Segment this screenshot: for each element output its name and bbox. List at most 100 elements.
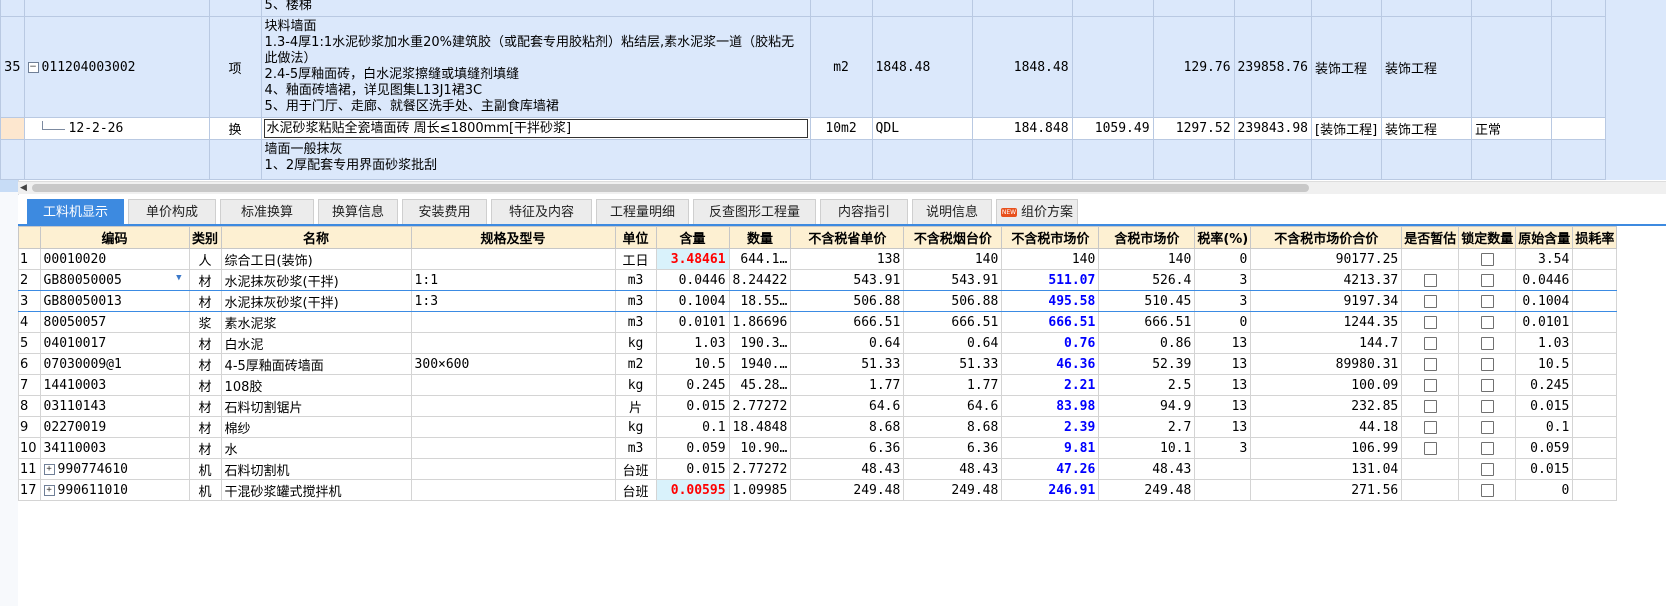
material-market-price[interactable]: 0.76	[1001, 332, 1100, 354]
material-taxed-price[interactable]: 2.5	[1098, 374, 1196, 396]
lock-qty-checkbox[interactable]	[1458, 353, 1517, 375]
sub-item-row[interactable]: 12-2-26 换 水泥砂浆粘贴全瓷墙面砖 周长≤1800mm[干拌砂浆] 10…	[0, 117, 1606, 140]
item-desc[interactable]: 块料墙面 1.3-4厚1:1水泥砂浆加水重20%建筑胶（或配套专用胶粘剂）粘结层…	[260, 16, 811, 118]
col-unit[interactable]: 单位	[614, 226, 657, 249]
lock-qty-checkbox[interactable]	[1458, 332, 1517, 354]
material-content[interactable]: 0.059	[655, 437, 730, 459]
material-prov-price[interactable]: 51.33	[790, 353, 905, 375]
material-prov-price[interactable]: 6.36	[790, 437, 905, 459]
material-loss-rate[interactable]	[1572, 269, 1618, 291]
material-original-content[interactable]: 0.245	[1515, 374, 1574, 396]
scroll-left-icon[interactable]: ◀	[20, 182, 27, 194]
material-market-price[interactable]: 666.51	[1001, 311, 1100, 333]
material-loss-rate[interactable]	[1572, 332, 1618, 354]
material-original-content[interactable]: 1.03	[1515, 332, 1574, 354]
tab-unit-price-composition[interactable]: 单价构成	[128, 199, 216, 224]
material-code[interactable]: 04010017	[39, 332, 190, 354]
material-name[interactable]: 石料切割锯片	[220, 395, 412, 417]
material-taxed-price[interactable]: 52.39	[1098, 353, 1196, 375]
material-unit[interactable]: 片	[614, 395, 657, 417]
material-unit[interactable]: m3	[614, 269, 657, 291]
item-row-35[interactable]: 35 −011204003002 项 块料墙面 1.3-4厚1:1水泥砂浆加水重…	[0, 16, 1606, 118]
material-name[interactable]: 水泥抹灰砂浆(干拌)	[220, 269, 412, 291]
col-original-content[interactable]: 原始含量	[1515, 226, 1574, 249]
material-quantity[interactable]: 644.1…	[728, 248, 792, 270]
material-content[interactable]: 0.1004	[655, 290, 730, 312]
tab-features-content[interactable]: 特征及内容	[491, 199, 592, 224]
material-category[interactable]: 人	[188, 248, 222, 270]
checkbox-icon[interactable]	[1423, 399, 1437, 413]
material-category[interactable]: 材	[188, 395, 222, 417]
material-original-content[interactable]: 10.5	[1515, 353, 1574, 375]
material-market-total[interactable]: 4213.37	[1250, 269, 1403, 291]
material-tax-rate[interactable]: 13	[1194, 332, 1252, 354]
tab-graphic-quantity[interactable]: 反查图形工程量	[693, 199, 816, 224]
material-yantai-price[interactable]: 1.77	[903, 374, 1003, 396]
col-prov-price[interactable]: 不含税省单价	[790, 226, 905, 249]
material-content[interactable]: 1.03	[655, 332, 730, 354]
material-loss-rate[interactable]	[1572, 416, 1618, 438]
material-original-content[interactable]: 0.1004	[1515, 290, 1574, 312]
material-market-price[interactable]: 9.81	[1001, 437, 1100, 459]
material-content[interactable]: 0.015	[655, 458, 730, 480]
material-code[interactable]: +990774610	[39, 458, 190, 480]
material-market-price[interactable]: 140	[1001, 248, 1100, 270]
collapse-icon[interactable]: −	[27, 61, 39, 73]
item-code[interactable]: −011204003002	[23, 16, 210, 118]
material-tax-rate[interactable]	[1194, 458, 1252, 480]
material-quantity[interactable]: 10.90…	[728, 437, 792, 459]
material-prov-price[interactable]: 8.68	[790, 416, 905, 438]
provisional-checkbox[interactable]	[1401, 374, 1460, 396]
material-row[interactable]: 11 +990774610 机石料切割机 台班 0.015 2.77272 48.43 48.…	[18, 458, 1618, 480]
material-code[interactable]: GB80050005 ▼	[39, 269, 190, 291]
material-name[interactable]: 干混砂浆罐式搅拌机	[220, 479, 412, 501]
material-taxed-price[interactable]: 526.4	[1098, 269, 1196, 291]
item-list-grid[interactable]: 5、楼梯 35 −011204003002 项 块料墙面 1.3-4厚1:1水泥…	[0, 0, 1666, 180]
material-row[interactable]: 6 07030009@1 材 4-5厚釉面砖墙面 300×600 m2 10.5 1940.……	[18, 353, 1618, 375]
material-loss-rate[interactable]	[1572, 437, 1618, 459]
checkbox-icon[interactable]	[1480, 441, 1494, 455]
material-name[interactable]: 水泥抹灰砂浆(干拌)	[220, 290, 412, 312]
material-original-content[interactable]: 0.0446	[1515, 269, 1574, 291]
checkbox-icon[interactable]	[1423, 315, 1437, 329]
material-code[interactable]: 00010020	[39, 248, 190, 270]
material-yantai-price[interactable]: 6.36	[903, 437, 1003, 459]
lock-qty-checkbox[interactable]	[1458, 479, 1517, 501]
provisional-checkbox[interactable]	[1401, 437, 1460, 459]
material-content[interactable]: 0.1	[655, 416, 730, 438]
lock-qty-checkbox[interactable]	[1458, 416, 1517, 438]
material-yantai-price[interactable]: 249.48	[903, 479, 1003, 501]
material-market-total[interactable]: 131.04	[1250, 458, 1403, 480]
lock-qty-checkbox[interactable]	[1458, 248, 1517, 270]
material-code[interactable]: GB80050013	[39, 290, 190, 312]
material-unit[interactable]: 工日	[614, 248, 657, 270]
material-loss-rate[interactable]	[1572, 248, 1618, 270]
material-quantity[interactable]: 8.24422	[728, 269, 792, 291]
provisional-checkbox[interactable]	[1401, 290, 1460, 312]
material-unit[interactable]: 台班	[614, 479, 657, 501]
col-lock-qty[interactable]: 锁定数量	[1458, 226, 1517, 249]
material-yantai-price[interactable]: 140	[903, 248, 1003, 270]
checkbox-icon[interactable]	[1480, 483, 1494, 497]
material-spec[interactable]: 1:1	[410, 269, 616, 291]
material-spec[interactable]	[410, 395, 616, 417]
checkbox-icon[interactable]	[1480, 399, 1494, 413]
material-row[interactable]: 10 34110003 材水 m3 0.059 10.90… 6.36 6.36 9.81 10.…	[18, 437, 1618, 459]
tab-quantity-details[interactable]: 工程量明细	[596, 199, 689, 224]
material-taxed-price[interactable]: 666.51	[1098, 311, 1196, 333]
material-spec[interactable]	[410, 458, 616, 480]
material-taxed-price[interactable]: 0.86	[1098, 332, 1196, 354]
material-market-price[interactable]: 83.98	[1001, 395, 1100, 417]
material-unit[interactable]: kg	[614, 416, 657, 438]
material-market-price[interactable]: 495.58	[1001, 290, 1100, 312]
provisional-checkbox[interactable]	[1401, 311, 1460, 333]
tab-description[interactable]: 说明信息	[912, 199, 992, 224]
material-spec[interactable]	[410, 248, 616, 270]
lock-qty-checkbox[interactable]	[1458, 374, 1517, 396]
material-quantity[interactable]: 1.86696	[728, 311, 792, 333]
material-market-total[interactable]: 232.85	[1250, 395, 1403, 417]
provisional-checkbox[interactable]	[1401, 269, 1460, 291]
material-market-total[interactable]: 271.56	[1250, 479, 1403, 501]
material-quantity[interactable]: 18.55…	[728, 290, 792, 312]
scrollbar-thumb[interactable]	[32, 184, 1309, 192]
